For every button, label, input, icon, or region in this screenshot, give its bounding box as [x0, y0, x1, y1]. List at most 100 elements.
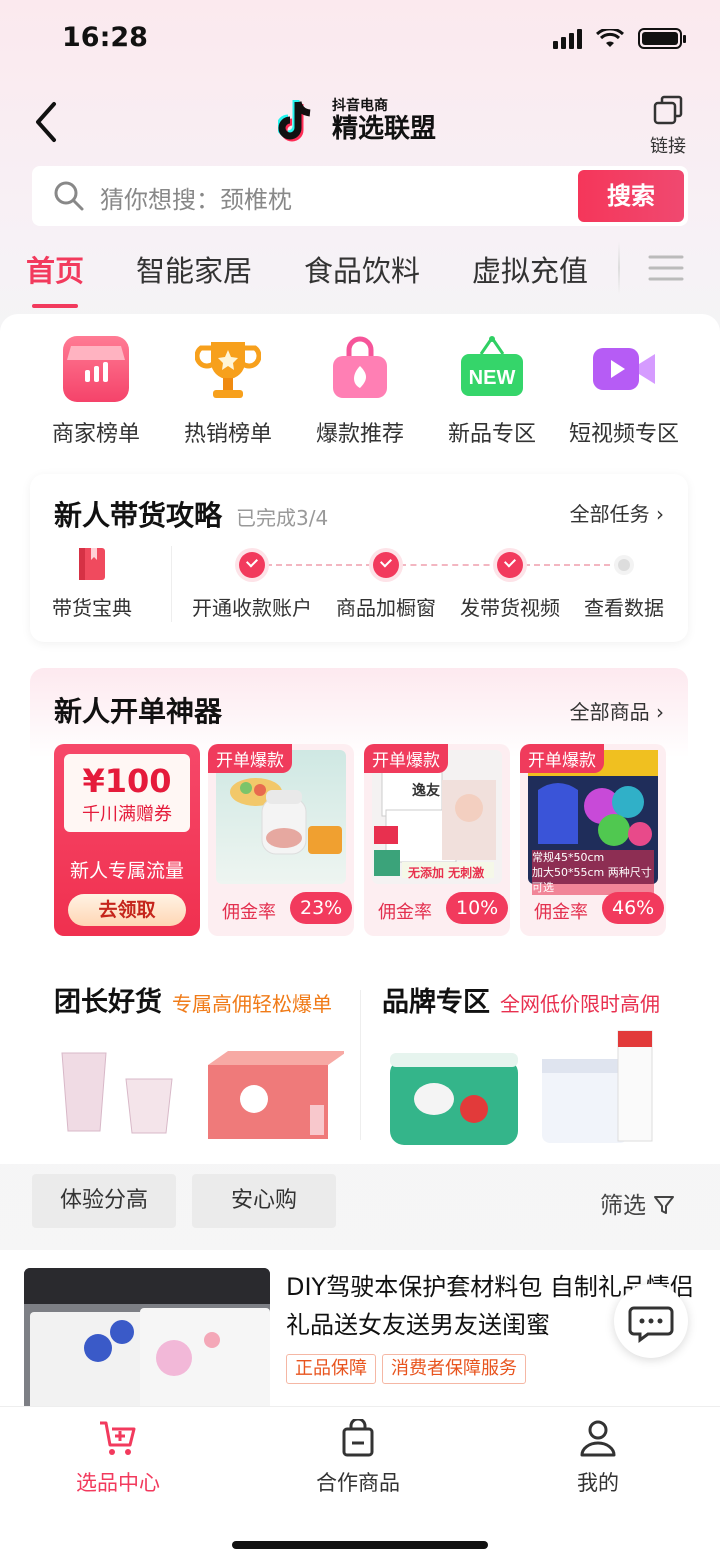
- product-image-brand: 逸友: [412, 783, 440, 799]
- brand-zone[interactable]: 品牌专区 全网低价限时高佣: [382, 980, 702, 1150]
- step-label: 商品加橱窗: [336, 596, 436, 620]
- commission-label: 佣金率: [534, 902, 588, 923]
- filter-chip-safe-buy[interactable]: 安心购: [192, 1174, 336, 1228]
- product-list-item[interactable]: DIY驾驶本保护套材料包 自制礼品情侣礼品送女友送男友送闺蜜 正品保障 消费者保…: [0, 1250, 720, 1430]
- tab-virtual-recharge[interactable]: 虚拟充值: [472, 248, 588, 290]
- hot-bag-icon: [327, 336, 393, 402]
- new-sign-icon: NEW: [459, 336, 525, 402]
- bottom-nav: 选品中心 合作商品 我的: [0, 1406, 720, 1558]
- product-badge: 开单爆款: [364, 744, 448, 773]
- qianchuan-coupon[interactable]: ¥100 千川满赠券 新人专属流量 去领取: [54, 744, 200, 936]
- store-chart-icon: [63, 336, 129, 402]
- product-card[interactable]: 开单爆款 佣金率 23%: [208, 744, 354, 936]
- all-products-link[interactable]: 全部商品 ›: [570, 696, 664, 725]
- all-tasks-label: 全部任务: [569, 502, 650, 526]
- product-badge: 开单爆款: [208, 744, 292, 773]
- step-label: 开通收款账户: [192, 596, 312, 620]
- commission-label: 佣金率: [378, 902, 432, 923]
- guide-book[interactable]: 带货宝典: [52, 546, 132, 621]
- search-icon: [54, 181, 84, 211]
- logo-small-text: 抖音电商: [332, 98, 388, 114]
- check-icon: [239, 552, 265, 578]
- nav-cooperation-products[interactable]: 合作商品: [288, 1419, 428, 1497]
- category-tabs: 首页 智能家居 食品饮料 虚拟充值: [26, 248, 588, 308]
- category-merchant-rank[interactable]: 商家榜单: [30, 336, 162, 448]
- size-text: 加大50*55cm 两种尺寸可选: [532, 866, 652, 894]
- search-bar[interactable]: 猜你想搜：颈椎枕 搜索: [32, 166, 688, 226]
- nav-label: 我的: [577, 1471, 619, 1495]
- group-leader-deals[interactable]: 团长好货 专属高佣轻松爆单: [54, 980, 374, 1150]
- coupon-desc: 千川满赠券: [82, 804, 172, 825]
- quick-categories: 商家榜单 热销榜单 爆款推荐 NEW 新品专区 短视频专区: [30, 336, 690, 448]
- funnel-icon: [654, 1196, 675, 1214]
- commission-rate: 23%: [290, 892, 353, 924]
- category-new-products[interactable]: NEW 新品专区: [426, 336, 558, 448]
- step-view-data[interactable]: 查看数据: [580, 546, 668, 621]
- tab-smart-home[interactable]: 智能家居: [136, 248, 252, 290]
- status-icons: [553, 28, 686, 49]
- product-badge: 开单爆款: [520, 744, 604, 773]
- newbie-progress: 已完成3/4: [236, 506, 329, 530]
- product-tag: 正品保障: [286, 1354, 376, 1384]
- customer-service-button[interactable]: [614, 1284, 688, 1358]
- chevron-right-icon: ›: [656, 700, 664, 724]
- nav-me[interactable]: 我的: [528, 1419, 668, 1497]
- step-payment-account[interactable]: 开通收款账户: [190, 546, 314, 621]
- newbie-guide-card: 新人带货攻略 已完成3/4 全部任务 › 带货宝典 开通收款账户 商品加橱窗 发…: [30, 474, 688, 642]
- category-label: 爆款推荐: [315, 422, 404, 447]
- search-button[interactable]: 搜索: [578, 170, 684, 222]
- user-icon: [580, 1420, 616, 1457]
- all-products-label: 全部商品: [569, 700, 650, 724]
- home-indicator: [232, 1541, 488, 1549]
- logo-big-text: 精选联盟: [332, 114, 437, 144]
- deal-subtitle: 全网低价限时高佣: [500, 992, 660, 1016]
- product-card[interactable]: 逸友 无添加 无刺激 开单爆款 佣金率 10%: [364, 744, 510, 936]
- nav-label: 合作商品: [316, 1471, 400, 1495]
- category-hot-rank[interactable]: 热销榜单: [162, 336, 294, 448]
- opener-title: 新人开单神器: [54, 695, 223, 728]
- tab-home[interactable]: 首页: [26, 248, 84, 308]
- coupon-flow-text: 新人专属流量: [69, 860, 184, 882]
- app-logo: 抖音电商 精选联盟: [278, 96, 436, 146]
- check-icon: [373, 552, 399, 578]
- product-image-caption: 无添加 无刺激: [408, 866, 485, 880]
- book-icon: [79, 548, 105, 580]
- category-hot-recommend[interactable]: 爆款推荐: [294, 336, 426, 448]
- commission-rate: 46%: [602, 892, 665, 924]
- shopping-bag-icon: [342, 1419, 374, 1457]
- nav-product-center[interactable]: 选品中心: [48, 1419, 188, 1497]
- svg-text:NEW: NEW: [469, 367, 516, 389]
- chevron-left-icon: [36, 102, 56, 142]
- filter-chip-experience-score[interactable]: 体验分高: [32, 1174, 176, 1228]
- status-time: 16:28: [62, 22, 148, 53]
- coupon-amount: ¥100: [82, 762, 172, 800]
- pending-dot-icon: [618, 559, 630, 571]
- link-label: 链接: [650, 136, 686, 157]
- deal-product-image: [390, 1030, 653, 1145]
- category-short-video[interactable]: 短视频专区: [558, 336, 690, 448]
- newbie-title: 新人带货攻略: [54, 499, 223, 532]
- tab-divider: [618, 242, 620, 294]
- search-input[interactable]: 猜你想搜：颈椎枕: [100, 180, 292, 215]
- step-add-showcase[interactable]: 商品加橱窗: [330, 546, 442, 621]
- product-card[interactable]: 常规45*50cm 加大50*55cm 两种尺寸可选 开单爆款 佣金率 46%: [520, 744, 666, 936]
- douyin-logo-icon: [278, 100, 311, 142]
- step-post-video[interactable]: 发带货视频: [456, 546, 564, 621]
- product-image-caption: 常规45*50cm 加大50*55cm 两种尺寸可选: [532, 850, 654, 895]
- newbie-opener-card: 新人开单神器 全部商品 › ¥100 千川满赠券 新人专属流量 去领取 开单爆款…: [30, 668, 688, 958]
- filter-button[interactable]: 筛选: [600, 1186, 675, 1220]
- back-button[interactable]: [30, 100, 70, 144]
- battery-icon: [638, 28, 686, 49]
- tab-food-drink[interactable]: 食品饮料: [304, 248, 420, 290]
- deal-title: 品牌专区: [382, 987, 490, 1018]
- coupon-face: ¥100 千川满赠券: [64, 754, 190, 832]
- claim-coupon-button[interactable]: 去领取: [68, 894, 186, 926]
- link-button[interactable]: 链接: [640, 94, 696, 158]
- check-icon: [497, 552, 523, 578]
- chat-icon: [628, 1306, 674, 1343]
- guide-label: 带货宝典: [52, 596, 132, 620]
- all-tasks-link[interactable]: 全部任务 ›: [570, 498, 664, 527]
- chevron-right-icon: ›: [656, 502, 664, 526]
- deals-divider: [360, 990, 361, 1140]
- menu-icon[interactable]: [648, 254, 684, 282]
